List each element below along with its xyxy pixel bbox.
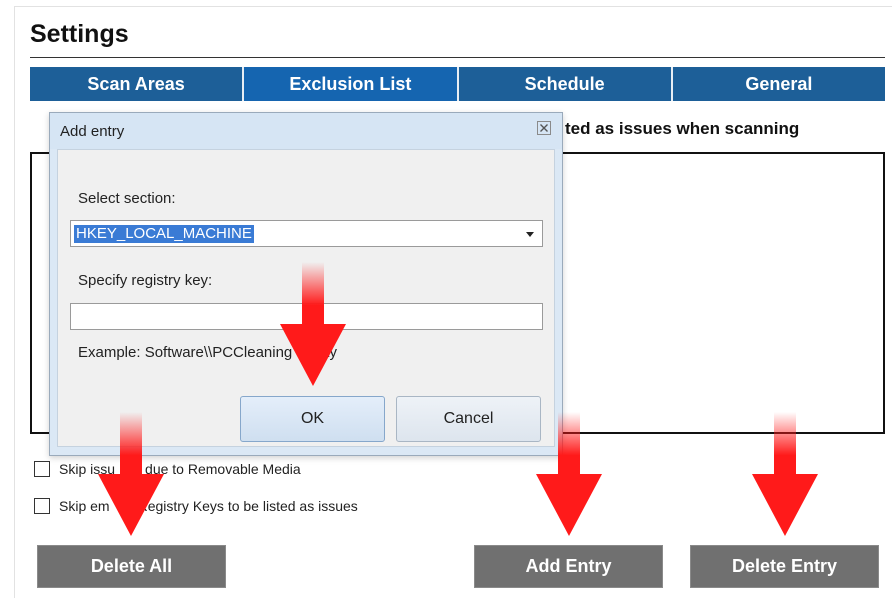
- add-entry-dialog: Add entry Select section: HKEY_LOCAL_MAC…: [49, 112, 563, 456]
- registry-key-input[interactable]: [70, 303, 543, 330]
- page-title: Settings: [30, 20, 129, 48]
- delete-entry-button[interactable]: Delete Entry: [690, 545, 879, 588]
- dialog-body: Select section: HKEY_LOCAL_MACHINE Speci…: [57, 149, 555, 447]
- dialog-title: Add entry: [60, 123, 125, 140]
- checkbox-label-end: Registry Keys to be listed as issues: [137, 498, 358, 514]
- section-select[interactable]: HKEY_LOCAL_MACHINE: [70, 220, 543, 247]
- close-icon[interactable]: [536, 121, 552, 137]
- tab-general[interactable]: General: [672, 67, 885, 101]
- section-select-value: HKEY_LOCAL_MACHINE: [74, 225, 254, 243]
- exclusion-list-description: ted as issues when scanning: [565, 119, 800, 138]
- registry-key-label: Specify registry key:: [78, 272, 213, 289]
- ok-button[interactable]: OK: [240, 396, 385, 442]
- checkbox-label-start: Skip em: [59, 498, 110, 514]
- tab-schedule[interactable]: Schedule: [458, 67, 673, 101]
- dialog-titlebar[interactable]: Add entry: [50, 113, 562, 149]
- tab-exclusion-list[interactable]: Exclusion List: [244, 67, 459, 101]
- add-entry-button[interactable]: Add Entry: [474, 545, 663, 588]
- chevron-down-icon[interactable]: [526, 232, 534, 237]
- tab-bar: Scan Areas Exclusion List Schedule Gener…: [30, 67, 885, 101]
- checkbox-label-end: due to Removable Media: [145, 461, 301, 477]
- checkbox-row-empty-registry-keys[interactable]: Skip em Registry Keys to be listed as is…: [34, 498, 358, 514]
- select-section-label: Select section:: [78, 190, 176, 207]
- tab-scan-areas[interactable]: Scan Areas: [30, 67, 245, 101]
- cancel-button[interactable]: Cancel: [396, 396, 541, 442]
- removable-media-checkbox[interactable]: [34, 461, 50, 477]
- checkbox-label-start: Skip issu: [59, 461, 116, 477]
- empty-registry-keys-checkbox[interactable]: [34, 498, 50, 514]
- delete-all-button[interactable]: Delete All: [37, 545, 226, 588]
- checkbox-row-removable-media[interactable]: Skip issu due to Removable Media: [34, 461, 301, 477]
- title-divider: [30, 57, 885, 58]
- example-text: Example: Software\\PCCleaning ility: [78, 344, 337, 361]
